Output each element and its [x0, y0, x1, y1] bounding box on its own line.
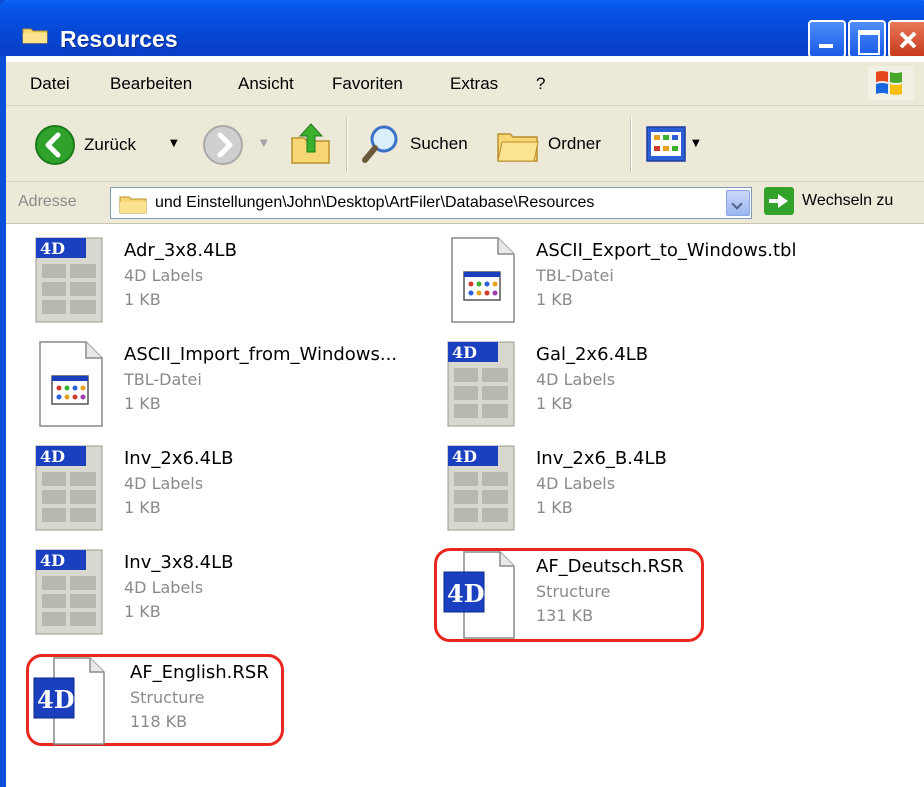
- folder-icon: [22, 28, 48, 44]
- search-label: Suchen: [410, 134, 468, 153]
- back-label: Zurück: [84, 135, 136, 154]
- file-item[interactable]: 4D AF_English.RSR Structure 118 KB: [32, 656, 452, 756]
- folder-icon: [119, 196, 147, 214]
- go-label: Wechseln zu: [802, 192, 894, 209]
- file-type: 4D Labels: [124, 266, 204, 285]
- file-type: TBL-Datei: [536, 266, 614, 285]
- views-button[interactable]: [646, 126, 686, 162]
- views-dropdown-icon[interactable]: ▼: [692, 138, 700, 149]
- svg-text:4D: 4D: [452, 447, 477, 466]
- file-size: 1 KB: [124, 394, 161, 413]
- file-item[interactable]: 4D AF_Deutsch.RSR Structure 131 KB: [442, 550, 862, 650]
- file-name: Gal_2x6.4LB: [536, 344, 649, 365]
- 4d-structure-icon: 4D: [443, 551, 515, 639]
- file-list: 4D Adr_3x8.4LB 4D Labels 1 KB ASCII_Impo…: [6, 224, 924, 787]
- file-item[interactable]: 4D Gal_2x6.4LB 4D Labels 1 KB: [442, 338, 862, 438]
- 4d-labels-icon: 4D: [35, 549, 103, 635]
- file-name: AF_English.RSR: [130, 662, 269, 683]
- file-name: AF_Deutsch.RSR: [536, 556, 684, 577]
- close-button[interactable]: [888, 20, 924, 58]
- folders-icon: [497, 133, 539, 162]
- address-path: und Einstellungen\John\Desktop\ArtFiler\…: [155, 194, 595, 211]
- address-dropdown-icon[interactable]: [726, 190, 750, 216]
- back-button[interactable]: Zurück: [34, 124, 136, 166]
- menu-bearbeiten[interactable]: Bearbeiten: [110, 74, 192, 94]
- file-item[interactable]: ASCII_Import_from_Windows... TBL-Datei 1…: [30, 338, 450, 438]
- file-item[interactable]: 4D Inv_3x8.4LB 4D Labels 1 KB: [30, 546, 450, 646]
- menu-ansicht[interactable]: Ansicht: [238, 74, 294, 94]
- svg-text:4D: 4D: [452, 343, 477, 362]
- svg-text:4D: 4D: [40, 447, 65, 466]
- address-input[interactable]: und Einstellungen\John\Desktop\ArtFiler\…: [110, 187, 752, 219]
- toolbar-separator: [346, 118, 348, 172]
- search-icon: [362, 125, 398, 163]
- file-name: Inv_2x6_B.4LB: [536, 448, 667, 469]
- 4d-labels-icon: 4D: [35, 445, 103, 531]
- file-size: 118 KB: [130, 712, 188, 731]
- file-type: Structure: [130, 688, 205, 707]
- forward-arrow-icon: [203, 125, 243, 165]
- file-type: TBL-Datei: [124, 370, 202, 389]
- explorer-window: Resources Datei Bearbeiten Ansicht Favor…: [0, 0, 924, 787]
- 4d-labels-icon: 4D: [447, 341, 515, 427]
- file-name: Inv_3x8.4LB: [124, 552, 234, 573]
- folder-up-icon: [291, 123, 330, 164]
- back-arrow-icon: [35, 125, 75, 165]
- up-folder-button[interactable]: [288, 120, 334, 168]
- maximize-button[interactable]: [848, 20, 886, 58]
- window-title: Resources: [60, 26, 178, 52]
- file-size: 1 KB: [536, 290, 573, 309]
- menu-datei[interactable]: Datei: [30, 74, 70, 94]
- 4d-structure-icon: 4D: [33, 657, 105, 745]
- file-type: 4D Labels: [124, 578, 204, 597]
- file-size: 1 KB: [536, 498, 573, 517]
- go-button[interactable]: Wechseln zu: [764, 187, 893, 215]
- svg-text:4D: 4D: [37, 685, 75, 714]
- tbl-file-icon: [451, 237, 515, 323]
- back-dropdown-icon[interactable]: ▼: [170, 138, 178, 149]
- file-size: 1 KB: [124, 602, 161, 621]
- file-type: Structure: [536, 582, 611, 601]
- title-bar[interactable]: Resources: [0, 0, 924, 58]
- address-bar: Adresse und Einstellungen\John\Desktop\A…: [6, 182, 924, 224]
- file-item[interactable]: ASCII_Export_to_Windows.tbl TBL-Datei 1 …: [442, 234, 862, 334]
- file-type: 4D Labels: [124, 474, 204, 493]
- menu-bar: Datei Bearbeiten Ansicht Favoriten Extra…: [6, 62, 924, 106]
- views-icon: [646, 126, 686, 162]
- svg-text:4D: 4D: [40, 239, 65, 258]
- folders-button[interactable]: Ordner: [496, 124, 601, 164]
- search-button[interactable]: Suchen: [360, 122, 468, 166]
- file-item[interactable]: 4D Inv_2x6.4LB 4D Labels 1 KB: [30, 442, 450, 542]
- close-icon: [899, 31, 917, 49]
- 4d-labels-icon: 4D: [35, 237, 103, 323]
- toolbar: Zurück ▼ ▼ Suchen Ordner ▼: [6, 106, 924, 182]
- file-size: 1 KB: [124, 290, 161, 309]
- file-name: ASCII_Import_from_Windows...: [124, 344, 398, 365]
- minimize-button[interactable]: [808, 20, 846, 58]
- menu-favoriten[interactable]: Favoriten: [332, 74, 403, 94]
- forward-button[interactable]: [202, 124, 244, 166]
- menu-help[interactable]: ?: [536, 74, 545, 94]
- go-arrow-icon: [764, 187, 794, 215]
- file-size: 1 KB: [536, 394, 573, 413]
- tbl-file-icon: [39, 341, 103, 427]
- svg-text:4D: 4D: [40, 551, 65, 570]
- file-item[interactable]: 4D Inv_2x6_B.4LB 4D Labels 1 KB: [442, 442, 862, 542]
- menu-extras[interactable]: Extras: [450, 74, 498, 94]
- file-item[interactable]: 4D Adr_3x8.4LB 4D Labels 1 KB: [30, 234, 450, 334]
- address-label: Adresse: [18, 193, 77, 210]
- svg-text:4D: 4D: [447, 579, 485, 608]
- file-size: 1 KB: [124, 498, 161, 517]
- windows-logo-icon: [868, 66, 914, 100]
- file-name: ASCII_Export_to_Windows.tbl: [536, 240, 797, 261]
- 4d-labels-icon: 4D: [447, 445, 515, 531]
- file-name: Adr_3x8.4LB: [124, 240, 237, 261]
- file-name: Inv_2x6.4LB: [124, 448, 234, 469]
- file-size: 131 KB: [536, 606, 594, 625]
- file-type: 4D Labels: [536, 370, 616, 389]
- forward-dropdown-icon[interactable]: ▼: [260, 138, 268, 149]
- toolbar-separator: [630, 118, 632, 172]
- file-type: 4D Labels: [536, 474, 616, 493]
- folders-label: Ordner: [548, 134, 601, 153]
